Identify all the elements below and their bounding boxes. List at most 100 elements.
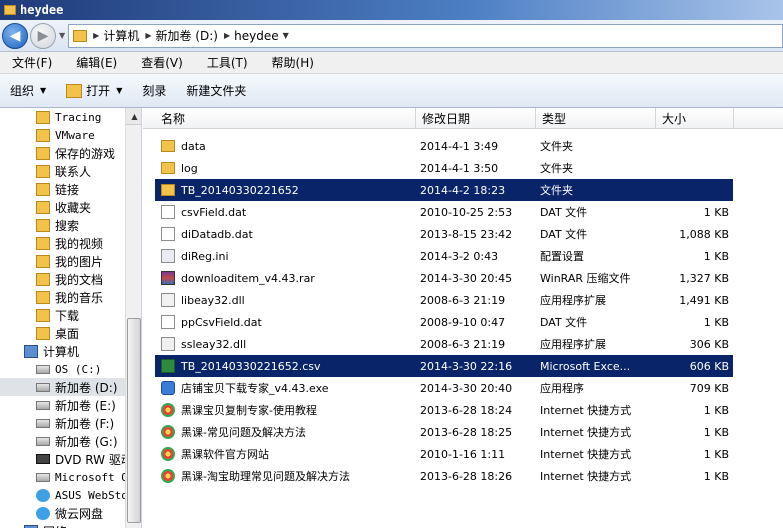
nav-item[interactable]: ASUS WebSto bbox=[0, 486, 125, 504]
back-arrow-icon[interactable]: ◀ bbox=[2, 22, 28, 49]
file-name: TB_20140330221652.csv bbox=[181, 359, 321, 373]
file-row[interactable]: 黑课-常见问题及解决方法 2013-6-28 18:25 Internet 快捷方式… bbox=[155, 421, 733, 443]
breadcrumb-heydee[interactable]: ▶ heydee ▼ bbox=[224, 29, 289, 43]
folder-icon bbox=[161, 140, 175, 152]
nav-item-label: 桌面 bbox=[55, 326, 80, 341]
nav-item-label: VMware bbox=[55, 128, 95, 142]
folder-icon bbox=[161, 184, 175, 196]
breadcrumb-label: 新加卷 (D:) bbox=[155, 29, 218, 43]
breadcrumb-drive-d[interactable]: ▶ 新加卷 (D:) bbox=[145, 27, 218, 44]
file-size: 1 KB bbox=[703, 425, 729, 439]
breadcrumb-label: 计算机 bbox=[103, 29, 140, 43]
file-row[interactable]: data 2014-4-1 3:49 文件夹 bbox=[155, 135, 733, 157]
menu-edit[interactable]: 编辑(E) bbox=[64, 54, 129, 71]
burn-button[interactable]: 刻录 bbox=[132, 82, 176, 99]
nav-item[interactable]: 联系人 bbox=[0, 162, 125, 180]
nav-item[interactable]: 网络 bbox=[0, 522, 125, 528]
scroll-thumb[interactable] bbox=[127, 318, 141, 523]
nav-item-label: 搜索 bbox=[55, 218, 80, 233]
file-row[interactable]: downloaditem_v4.43.rar 2014-3-30 20:45 Win… bbox=[155, 267, 733, 289]
file-name-cell: downloaditem_v4.43.rar bbox=[155, 271, 416, 285]
nav-item[interactable]: 新加卷 (D:) bbox=[0, 378, 125, 396]
nav-item[interactable]: VMware bbox=[0, 126, 125, 144]
breadcrumb-computer[interactable]: ▶ 计算机 bbox=[93, 27, 139, 44]
nav-item[interactable]: 计算机 bbox=[0, 342, 125, 360]
file-row[interactable]: diDatadb.dat 2013-8-15 23:42 DAT 文件 1,088 K… bbox=[155, 223, 733, 245]
file-date: 2008-9-10 0:47 bbox=[420, 315, 506, 329]
column-header-type[interactable]: 类型 bbox=[536, 108, 656, 129]
nav-item[interactable]: 新加卷 (E:) bbox=[0, 396, 125, 414]
nav-item[interactable]: 新加卷 (F:) bbox=[0, 414, 125, 432]
file-type: 文件夹 bbox=[540, 184, 573, 197]
file-row[interactable]: ssleay32.dll 2008-6-3 21:19 应用程序扩展 306 KB bbox=[155, 333, 733, 355]
column-header-size[interactable]: 大小 bbox=[656, 108, 734, 129]
file-name-cell: TB_20140330221652 bbox=[155, 184, 416, 197]
nav-item[interactable]: 新加卷 (G:) bbox=[0, 432, 125, 450]
open-button[interactable]: 打开 ▼ bbox=[56, 82, 132, 99]
nav-item[interactable]: 我的视频 bbox=[0, 234, 125, 252]
organize-button[interactable]: 组织 ▼ bbox=[0, 82, 56, 99]
nav-item[interactable]: 下载 bbox=[0, 306, 125, 324]
file-row[interactable]: 黑课宝贝复制专家-使用教程 2013-6-28 18:24 Internet 快捷方… bbox=[155, 399, 733, 421]
nav-item-label: 新加卷 (F:) bbox=[55, 416, 115, 431]
nav-item[interactable]: 收藏夹 bbox=[0, 198, 125, 216]
file-name-cell: ssleay32.dll bbox=[155, 337, 416, 351]
file-size: 1,491 KB bbox=[679, 293, 729, 307]
nav-item[interactable]: 链接 bbox=[0, 180, 125, 198]
nav-item[interactable]: 桌面 bbox=[0, 324, 125, 342]
forward-arrow-icon[interactable]: ▶ bbox=[30, 22, 56, 49]
column-headers: 名称 修改日期 类型 大小 bbox=[143, 108, 783, 129]
file-row[interactable]: diReg.ini 2014-3-2 0:43 配置设置 1 KB bbox=[155, 245, 733, 267]
column-header-date[interactable]: 修改日期 bbox=[416, 108, 536, 129]
file-type: DAT 文件 bbox=[540, 316, 588, 329]
file-size: 1 KB bbox=[703, 447, 729, 461]
file-type: DAT 文件 bbox=[540, 228, 588, 241]
history-dropdown-icon[interactable]: ▼ bbox=[59, 31, 65, 40]
file-row[interactable]: 黑课-淘宝助理常见问题及解决方法 2013-6-28 18:26 Internet … bbox=[155, 465, 733, 487]
file-date: 2013-8-15 23:42 bbox=[420, 227, 513, 241]
exe-icon bbox=[161, 381, 175, 395]
file-date: 2014-3-30 20:45 bbox=[420, 271, 513, 285]
file-type: Internet 快捷方式 bbox=[540, 426, 632, 439]
menu-view[interactable]: 查看(V) bbox=[129, 54, 195, 71]
scroll-up-icon[interactable]: ▲ bbox=[126, 108, 141, 125]
nav-item[interactable]: 我的音乐 bbox=[0, 288, 125, 306]
file-name-cell: ppCsvField.dat bbox=[155, 315, 416, 329]
nav-item[interactable]: 搜索 bbox=[0, 216, 125, 234]
nav-item[interactable]: 保存的游戏 bbox=[0, 144, 125, 162]
address-box[interactable]: ▶ 计算机 ▶ 新加卷 (D:) ▶ heydee ▼ bbox=[68, 23, 783, 48]
file-date: 2013-6-28 18:26 bbox=[420, 469, 513, 483]
nav-item[interactable]: OS (C:) bbox=[0, 360, 125, 378]
file-size: 1 KB bbox=[703, 205, 729, 219]
nav-item[interactable]: 我的图片 bbox=[0, 252, 125, 270]
link-icon bbox=[161, 403, 175, 417]
file-row[interactable]: csvField.dat 2010-10-25 2:53 DAT 文件 1 KB bbox=[155, 201, 733, 223]
file-row[interactable]: 店铺宝贝下载专家_v4.43.exe 2014-3-30 20:40 应用程序 709… bbox=[155, 377, 733, 399]
menu-tools[interactable]: 工具(T) bbox=[195, 54, 260, 71]
drive-icon bbox=[36, 364, 50, 374]
nav-item-label: 链接 bbox=[55, 182, 80, 197]
menu-file[interactable]: 文件(F) bbox=[0, 54, 64, 71]
file-size: 1,088 KB bbox=[679, 227, 729, 241]
link-icon bbox=[161, 447, 175, 461]
file-type: 应用程序 bbox=[540, 382, 584, 395]
file-row[interactable]: log 2014-4-1 3:50 文件夹 bbox=[155, 157, 733, 179]
nav-item[interactable]: Tracing bbox=[0, 108, 125, 126]
window-title: heydee bbox=[20, 3, 64, 17]
new-folder-button[interactable]: 新建文件夹 bbox=[176, 82, 256, 99]
file-type: Internet 快捷方式 bbox=[540, 470, 632, 483]
nav-item[interactable]: DVD RW 驱动 bbox=[0, 450, 125, 468]
file-row[interactable]: TB_20140330221652 2014-4-2 18:23 文件夹 bbox=[155, 179, 733, 201]
nav-scrollbar[interactable]: ▲ bbox=[125, 108, 141, 528]
menu-help[interactable]: 帮助(H) bbox=[260, 54, 326, 71]
nav-item[interactable]: Microsoft O bbox=[0, 468, 125, 486]
link-icon bbox=[161, 469, 175, 483]
nav-item[interactable]: 我的文档 bbox=[0, 270, 125, 288]
file-row[interactable]: ppCsvField.dat 2008-9-10 0:47 DAT 文件 1 KB bbox=[155, 311, 733, 333]
column-header-name[interactable]: 名称 bbox=[143, 108, 416, 129]
drive-icon bbox=[36, 400, 50, 410]
file-row[interactable]: 黑课软件官方网站 2010-1-16 1:11 Internet 快捷方式 1 KB bbox=[155, 443, 733, 465]
file-row[interactable]: libeay32.dll 2008-6-3 21:19 应用程序扩展 1,491 KB bbox=[155, 289, 733, 311]
file-row[interactable]: TB_20140330221652.csv 2014-3-30 22:16 Micr… bbox=[155, 355, 733, 377]
nav-item[interactable]: 微云网盘 bbox=[0, 504, 125, 522]
